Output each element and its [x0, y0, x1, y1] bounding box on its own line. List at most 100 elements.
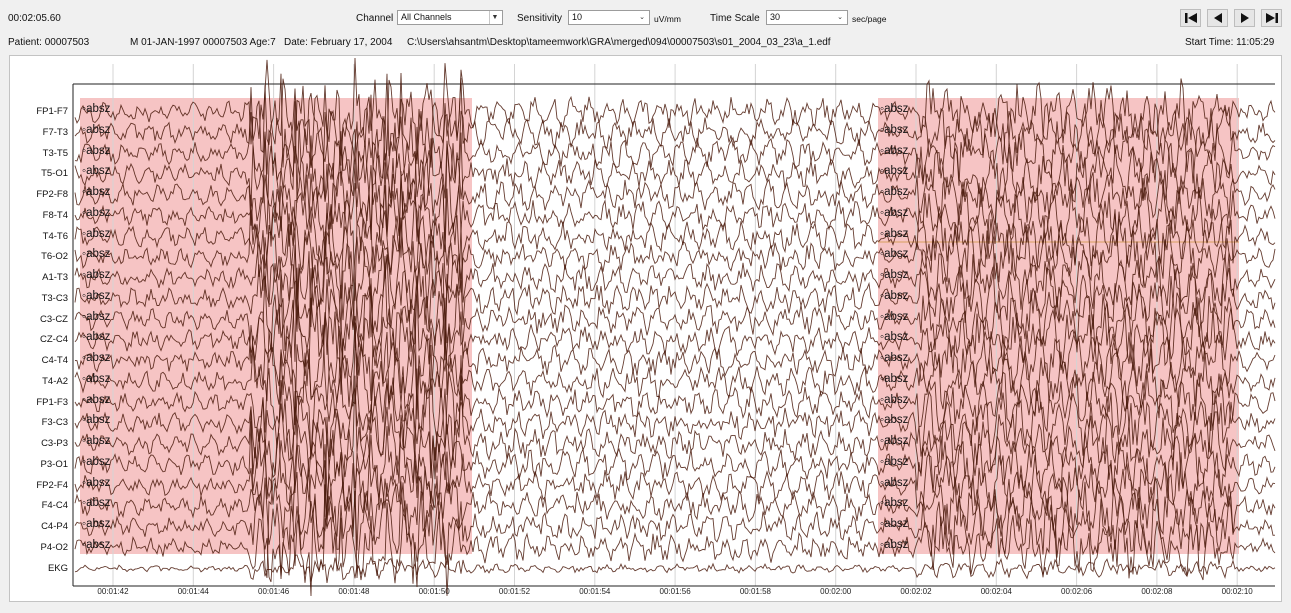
- absz-annotation[interactable]: ◦absz: [82, 456, 110, 468]
- time-tick-label: 00:02:06: [1061, 587, 1093, 596]
- absz-annotation[interactable]: ◦absz: [880, 331, 908, 343]
- time-tick-label: 00:01:42: [97, 587, 129, 596]
- absz-annotation[interactable]: ◦absz: [880, 539, 908, 551]
- absz-annotation[interactable]: ◦absz: [82, 394, 110, 406]
- time-tick-label: 00:01:50: [418, 587, 450, 596]
- next-page-button[interactable]: [1234, 9, 1255, 27]
- sensitivity-select[interactable]: 10 ⌄: [568, 10, 650, 25]
- absz-annotation[interactable]: ◦absz: [82, 477, 110, 489]
- channel-label: P4-O2: [40, 541, 68, 553]
- sensitivity-label: Sensitivity: [517, 13, 563, 24]
- channel-label: Channel: [356, 13, 394, 24]
- absz-annotation[interactable]: ◦absz: [82, 435, 110, 447]
- channel-select-value: All Channels: [401, 12, 452, 22]
- absz-annotation[interactable]: ◦absz: [82, 539, 110, 551]
- absz-annotation[interactable]: ◦absz: [880, 290, 908, 302]
- absz-annotation[interactable]: ◦absz: [880, 497, 908, 509]
- absz-annotation[interactable]: ◦absz: [82, 124, 110, 136]
- patient-id: Patient: 00007503: [8, 37, 90, 48]
- channel-label: P3-O1: [40, 458, 68, 470]
- absz-annotation[interactable]: ◦absz: [880, 186, 908, 198]
- channel-label: C3-CZ: [40, 313, 68, 325]
- file-path: C:\Users\ahsantm\Desktop\tameemwork\GRA\…: [407, 37, 831, 48]
- absz-annotation[interactable]: ◦absz: [880, 165, 908, 177]
- absz-annotation[interactable]: ◦absz: [880, 373, 908, 385]
- previous-page-icon: [1213, 13, 1222, 23]
- absz-annotation[interactable]: ◦absz: [880, 145, 908, 157]
- channel-select[interactable]: All Channels ▼: [397, 10, 503, 25]
- absz-annotation[interactable]: ◦absz: [880, 435, 908, 447]
- chevron-down-icon: ▼: [489, 11, 500, 24]
- skip-to-end-icon: [1265, 13, 1278, 23]
- absz-annotation[interactable]: ◦absz: [82, 331, 110, 343]
- absz-annotation[interactable]: ◦absz: [82, 352, 110, 364]
- channel-label: T6-O2: [41, 251, 68, 263]
- time-tick-label: 00:01:46: [258, 587, 290, 596]
- channel-label: FP1-F3: [36, 396, 68, 408]
- timescale-label: Time Scale: [710, 13, 760, 24]
- channel-label: CZ-C4: [40, 334, 68, 346]
- absz-annotation[interactable]: ◦absz: [880, 124, 908, 136]
- absz-annotation[interactable]: ◦absz: [880, 103, 908, 115]
- eeg-traces[interactable]: [10, 56, 1281, 601]
- absz-annotation[interactable]: ◦absz: [880, 269, 908, 281]
- absz-annotation[interactable]: ◦absz: [82, 414, 110, 426]
- absz-annotation[interactable]: ◦absz: [880, 311, 908, 323]
- absz-annotation[interactable]: ◦absz: [82, 165, 110, 177]
- channel-label: C4-T4: [41, 355, 68, 366]
- absz-annotation[interactable]: ◦absz: [82, 248, 110, 260]
- eeg-waveform-panel[interactable]: FP1-F7 F7-T3 T3-T5 T5-O1 FP2-F8 F8-T4 T4-T6 T6-…: [9, 55, 1282, 602]
- time-tick-label: 00:02:00: [820, 587, 852, 596]
- absz-annotation[interactable]: ◦absz: [82, 373, 110, 385]
- channel-label: FP2-F8: [36, 189, 68, 200]
- chevron-down-icon: ⌄: [837, 14, 843, 21]
- next-page-icon: [1240, 13, 1249, 23]
- timescale-unit: sec/page: [852, 14, 887, 24]
- time-tick-label: 00:01:58: [739, 587, 771, 596]
- absz-annotation[interactable]: ◦absz: [880, 248, 908, 260]
- channel-label: T4-T6: [42, 230, 68, 242]
- timescale-select-value: 30: [770, 12, 781, 22]
- skip-to-start-button[interactable]: [1180, 9, 1201, 27]
- channel-label: FP2-F4: [36, 479, 68, 491]
- absz-annotation[interactable]: ◦absz: [880, 477, 908, 489]
- absz-annotation[interactable]: ◦absz: [82, 103, 110, 115]
- skip-to-end-button[interactable]: [1261, 9, 1282, 27]
- absz-annotation[interactable]: ◦absz: [82, 228, 110, 240]
- channel-label: F4-C4: [41, 500, 68, 512]
- channel-label: T3-T5: [42, 147, 68, 159]
- time-tick-label: 00:01:52: [498, 587, 531, 596]
- time-tick-label: 00:02:04: [980, 587, 1012, 596]
- absz-annotation[interactable]: ◦absz: [880, 394, 908, 406]
- channel-label: T5-O1: [41, 168, 68, 180]
- absz-annotation[interactable]: ◦absz: [82, 518, 110, 530]
- absz-annotation[interactable]: ◦absz: [880, 414, 908, 426]
- channel-label: C3-P3: [41, 438, 68, 449]
- previous-page-button[interactable]: [1207, 9, 1228, 27]
- absz-annotation[interactable]: ◦absz: [880, 456, 908, 468]
- sensitivity-unit: uV/mm: [654, 14, 681, 24]
- absz-annotation[interactable]: ◦absz: [82, 207, 110, 219]
- time-tick-label: 00:02:10: [1221, 587, 1253, 596]
- channel-label: T4-A2: [42, 375, 68, 387]
- absz-annotation[interactable]: ◦absz: [82, 497, 110, 509]
- absz-annotation[interactable]: ◦absz: [82, 186, 110, 198]
- absz-annotation[interactable]: ◦absz: [82, 311, 110, 323]
- absz-annotation[interactable]: ◦absz: [880, 352, 908, 364]
- time-tick-label: 00:01:56: [659, 587, 691, 596]
- timescale-select[interactable]: 30 ⌄: [766, 10, 848, 25]
- absz-annotation[interactable]: ◦absz: [880, 207, 908, 219]
- time-tick-label: 00:02:02: [900, 587, 932, 596]
- time-tick-label: 00:01:48: [338, 587, 370, 596]
- chevron-down-icon: ⌄: [639, 14, 645, 21]
- absz-annotation[interactable]: ◦absz: [82, 269, 110, 281]
- absz-annotation[interactable]: ◦absz: [82, 290, 110, 302]
- absz-annotation[interactable]: ◦absz: [880, 518, 908, 530]
- channel-label: FP1-F7: [36, 106, 68, 117]
- sensitivity-select-value: 10: [572, 12, 583, 22]
- absz-annotation[interactable]: ◦absz: [880, 228, 908, 240]
- channel-label: F8-T4: [42, 209, 68, 221]
- skip-to-start-icon: [1184, 13, 1197, 23]
- start-time: Start Time: 11:05:29: [1185, 37, 1275, 48]
- absz-annotation[interactable]: ◦absz: [82, 145, 110, 157]
